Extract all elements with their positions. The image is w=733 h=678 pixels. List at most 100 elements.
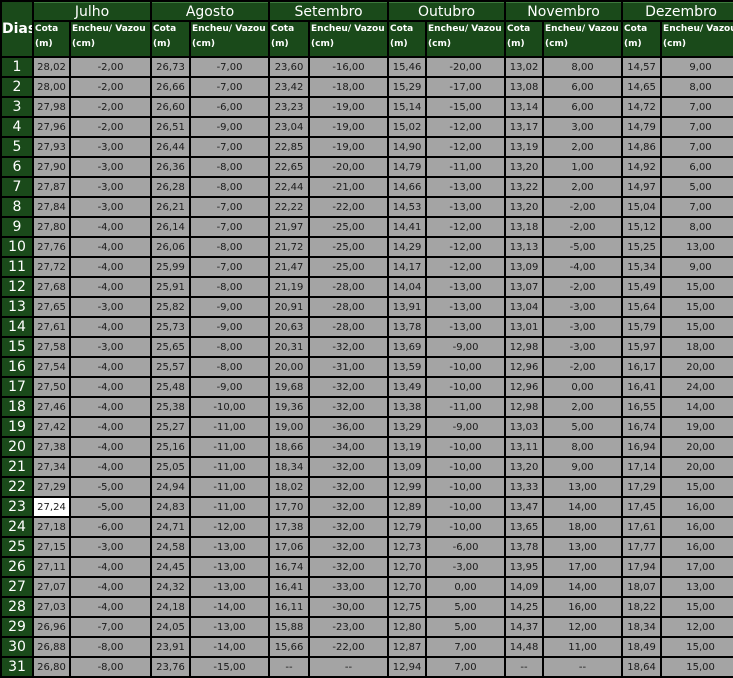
cota-cell: 13,19 bbox=[506, 138, 543, 156]
day-number: 13 bbox=[2, 298, 32, 316]
encheu-vazou-cell: 15,00 bbox=[662, 478, 733, 496]
cota-cell: 16,11 bbox=[270, 598, 309, 616]
cota-cell: 12,80 bbox=[389, 618, 426, 636]
cota-cell: 13,38 bbox=[389, 398, 426, 416]
month-header-agosto: Agosto bbox=[152, 2, 269, 20]
column-header-unit: (m) bbox=[153, 39, 171, 49]
column-header-unit: (m) bbox=[35, 39, 53, 49]
column-header-label: Encheu/ Vazou bbox=[545, 24, 619, 34]
encheu-vazou-cell: -32,00 bbox=[310, 458, 388, 476]
table-row: 31 26,80 -8,00 23,76 -15,00 -- -- 12,94 7,00 -- --… bbox=[2, 658, 733, 676]
encheu-vazou-cell: -9,00 bbox=[427, 418, 505, 436]
cota-cell: 16,55 bbox=[623, 398, 661, 416]
encheu-vazou-cell: -32,00 bbox=[310, 478, 388, 496]
encheu-vazou-cell: -3,00 bbox=[71, 158, 150, 176]
table-row: 17 27,50 -4,00 25,48 -9,00 19,68 -32,00 13,49 -1… bbox=[2, 378, 733, 396]
cota-cell: 13,47 bbox=[506, 498, 543, 516]
encheu-vazou-cell: -8,00 bbox=[71, 638, 150, 656]
cota-cell: 25,57 bbox=[152, 358, 189, 376]
encheu-vazou-cell: -5,00 bbox=[71, 498, 150, 516]
table-row: 8 27,84 -3,00 26,21 -7,00 22,22 -22,00 14,53 -13… bbox=[2, 198, 733, 216]
day-number: 3 bbox=[2, 98, 32, 116]
encheu-vazou-cell: 6,00 bbox=[662, 158, 733, 176]
cota-cell: 24,05 bbox=[152, 618, 189, 636]
encheu-vazou-cell: 2,00 bbox=[544, 138, 622, 156]
encheu-vazou-cell: -4,00 bbox=[71, 458, 150, 476]
column-header-label: Cota bbox=[624, 24, 648, 34]
encheu-vazou-cell: 16,00 bbox=[544, 598, 622, 616]
cota-cell: 13,09 bbox=[506, 258, 543, 276]
table-row: 4 27,96 -2,00 26,51 -9,00 23,04 -19,00 15,02 -12… bbox=[2, 118, 733, 136]
cota-cell: 27,50 bbox=[34, 378, 69, 396]
cota-cell: 24,83 bbox=[152, 498, 189, 516]
cota-cell: 25,48 bbox=[152, 378, 189, 396]
encheu-vazou-cell: -19,00 bbox=[310, 98, 388, 116]
cota-cell: 12,94 bbox=[389, 658, 426, 676]
cota-cell: 27,18 bbox=[34, 518, 69, 536]
cota-cell: 15,34 bbox=[623, 258, 661, 276]
encheu-vazou-cell: -10,00 bbox=[427, 518, 505, 536]
encheu-vazou-cell: 14,00 bbox=[544, 498, 622, 516]
encheu-vazou-cell: -11,00 bbox=[191, 438, 269, 456]
encheu-vazou-cell: -7,00 bbox=[71, 618, 150, 636]
cota-cell: 13,69 bbox=[389, 338, 426, 356]
cota-cell: 18,66 bbox=[270, 438, 309, 456]
encheu-vazou-cell: -3,00 bbox=[71, 198, 150, 216]
encheu-vazou-cell: 1,00 bbox=[544, 158, 622, 176]
cota-cell: 24,18 bbox=[152, 598, 189, 616]
encheu-vazou-cell: -3,00 bbox=[71, 178, 150, 196]
encheu-vazou-cell: -11,00 bbox=[191, 498, 269, 516]
cota-cell: 12,70 bbox=[389, 558, 426, 576]
cota-cell: 14,57 bbox=[623, 58, 661, 76]
encheu-vazou-cell: 14,00 bbox=[662, 398, 733, 416]
encheu-vazou-cell: -8,00 bbox=[191, 278, 269, 296]
cota-cell: 15,88 bbox=[270, 618, 309, 636]
encheu-vazou-cell: 2,00 bbox=[544, 398, 622, 416]
encheu-vazou-cell: -15,00 bbox=[427, 98, 505, 116]
day-number: 2 bbox=[2, 78, 32, 96]
cota-cell: 18,22 bbox=[623, 598, 661, 616]
encheu-vazou-cell: -33,00 bbox=[310, 578, 388, 596]
encheu-vazou-cell: -8,00 bbox=[71, 658, 150, 676]
table-row: 25 27,15 -3,00 24,58 -13,00 17,06 -32,00 12,73-… bbox=[2, 538, 733, 556]
cota-cell: 27,76 bbox=[34, 238, 69, 256]
cota-cell: 17,38 bbox=[270, 518, 309, 536]
encheu-vazou-cell: 16,00 bbox=[662, 498, 733, 516]
cota-cell: 27,29 bbox=[34, 478, 69, 496]
encheu-vazou-cell: 16,00 bbox=[662, 518, 733, 536]
column-header-cota: Cota (m) bbox=[389, 22, 426, 56]
encheu-vazou-cell: -12,00 bbox=[427, 238, 505, 256]
table-row: 20 27,38 -4,00 25,16 -11,00 18,66 -34,00 13,19-… bbox=[2, 438, 733, 456]
encheu-vazou-cell: 9,00 bbox=[662, 58, 733, 76]
cota-cell: 14,92 bbox=[623, 158, 661, 176]
day-number: 8 bbox=[2, 198, 32, 216]
cota-cell: 12,75 bbox=[389, 598, 426, 616]
cota-cell: 23,60 bbox=[270, 58, 309, 76]
encheu-vazou-cell: 8,00 bbox=[662, 218, 733, 236]
column-header-unit: (cm) bbox=[72, 39, 95, 49]
cota-cell: 23,91 bbox=[152, 638, 189, 656]
cota-cell: 26,21 bbox=[152, 198, 189, 216]
table-row: 1 28,02 -2,00 26,73 -7,00 23,60 -16,00 15,46 -20… bbox=[2, 58, 733, 76]
cota-cell: 14,97 bbox=[623, 178, 661, 196]
cota-cell: 14,53 bbox=[389, 198, 426, 216]
cota-cell: 23,23 bbox=[270, 98, 309, 116]
encheu-vazou-cell: -32,00 bbox=[310, 538, 388, 556]
column-header-unit: (cm) bbox=[663, 39, 686, 49]
encheu-vazou-cell: -32,00 bbox=[310, 558, 388, 576]
cota-cell: 13,02 bbox=[506, 58, 543, 76]
cota-cell: 13,78 bbox=[389, 318, 426, 336]
encheu-vazou-cell: -9,00 bbox=[191, 298, 269, 316]
column-header-encheu: Encheu/ Vazou (cm) bbox=[544, 22, 622, 56]
day-number: 19 bbox=[2, 418, 32, 436]
cota-cell: 25,38 bbox=[152, 398, 189, 416]
cota-cell: 14,86 bbox=[623, 138, 661, 156]
cota-cell: 14,79 bbox=[623, 118, 661, 136]
cota-cell: 13,18 bbox=[506, 218, 543, 236]
encheu-vazou-cell: -12,00 bbox=[427, 138, 505, 156]
encheu-vazou-cell: 24,00 bbox=[662, 378, 733, 396]
cota-cell: 27,96 bbox=[34, 118, 69, 136]
cota-cell: 27,11 bbox=[34, 558, 69, 576]
cota-cell: 26,60 bbox=[152, 98, 189, 116]
cota-cell: 13,91 bbox=[389, 298, 426, 316]
